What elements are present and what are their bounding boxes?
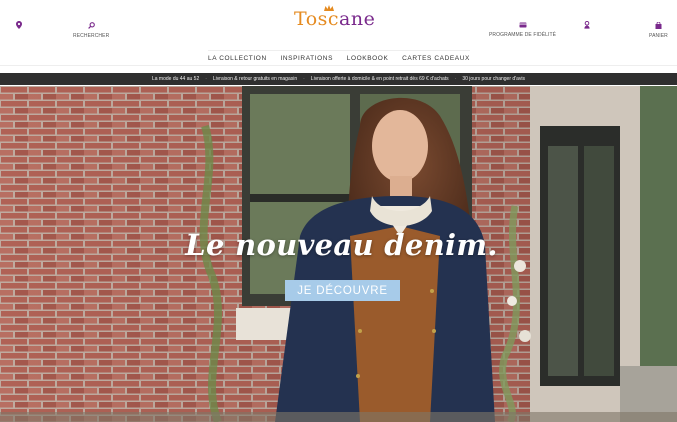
promo-message: Livraison & retour gratuits en magasin [212,76,298,82]
main-navigation: LA COLLECTION INSPIRATIONS LOOKBOOK CART… [208,50,470,65]
promo-message: La mode du 44 au 52 [151,76,200,82]
loyalty-label: PROGRAMME DE FIDÉLITÉ [489,32,557,38]
nav-divider [0,65,677,66]
user-icon [584,21,590,29]
search-icon [87,22,95,29]
account-button[interactable] [584,21,590,29]
promo-separator: · [454,76,457,82]
store-locator-button[interactable] [16,21,22,29]
hero-headline: Le nouveau denim. [185,228,498,262]
shopping-bag-icon [655,22,662,29]
promo-separator: · [205,76,207,82]
cart-button[interactable]: PANIER [649,22,668,39]
promo-separator: · [303,76,305,82]
nav-item-inspirations[interactable]: INSPIRATIONS [280,55,333,62]
logo-wordmark: Toscane [294,8,376,30]
loyalty-card-icon [519,22,527,28]
discover-button[interactable]: JE DÉCOUVRE [285,280,400,301]
site-header: RECHERCHER Toscane PROGRAMME DE FIDÉLITÉ… [0,0,677,48]
hero-banner[interactable]: Le nouveau denim. JE DÉCOUVRE [0,86,677,422]
search-label: RECHERCHER [73,33,110,39]
search-button[interactable]: RECHERCHER [73,22,109,39]
loyalty-program-button[interactable]: PROGRAMME DE FIDÉLITÉ [489,22,556,38]
map-pin-icon [16,21,22,29]
cart-label: PANIER [649,33,668,39]
promo-banner: La mode du 44 au 52 · Livraison & retour… [0,73,677,85]
promo-message: 30 jours pour changer d'avis [462,76,526,82]
nav-item-lookbook[interactable]: LOOKBOOK [347,55,389,62]
nav-item-gift-cards[interactable]: CARTES CADEAUX [402,55,470,62]
nav-item-collection[interactable]: LA COLLECTION [208,55,267,62]
promo-message: Livraison offerte à domicile & en point … [310,76,449,82]
toscane-logo[interactable]: Toscane [294,5,384,32]
